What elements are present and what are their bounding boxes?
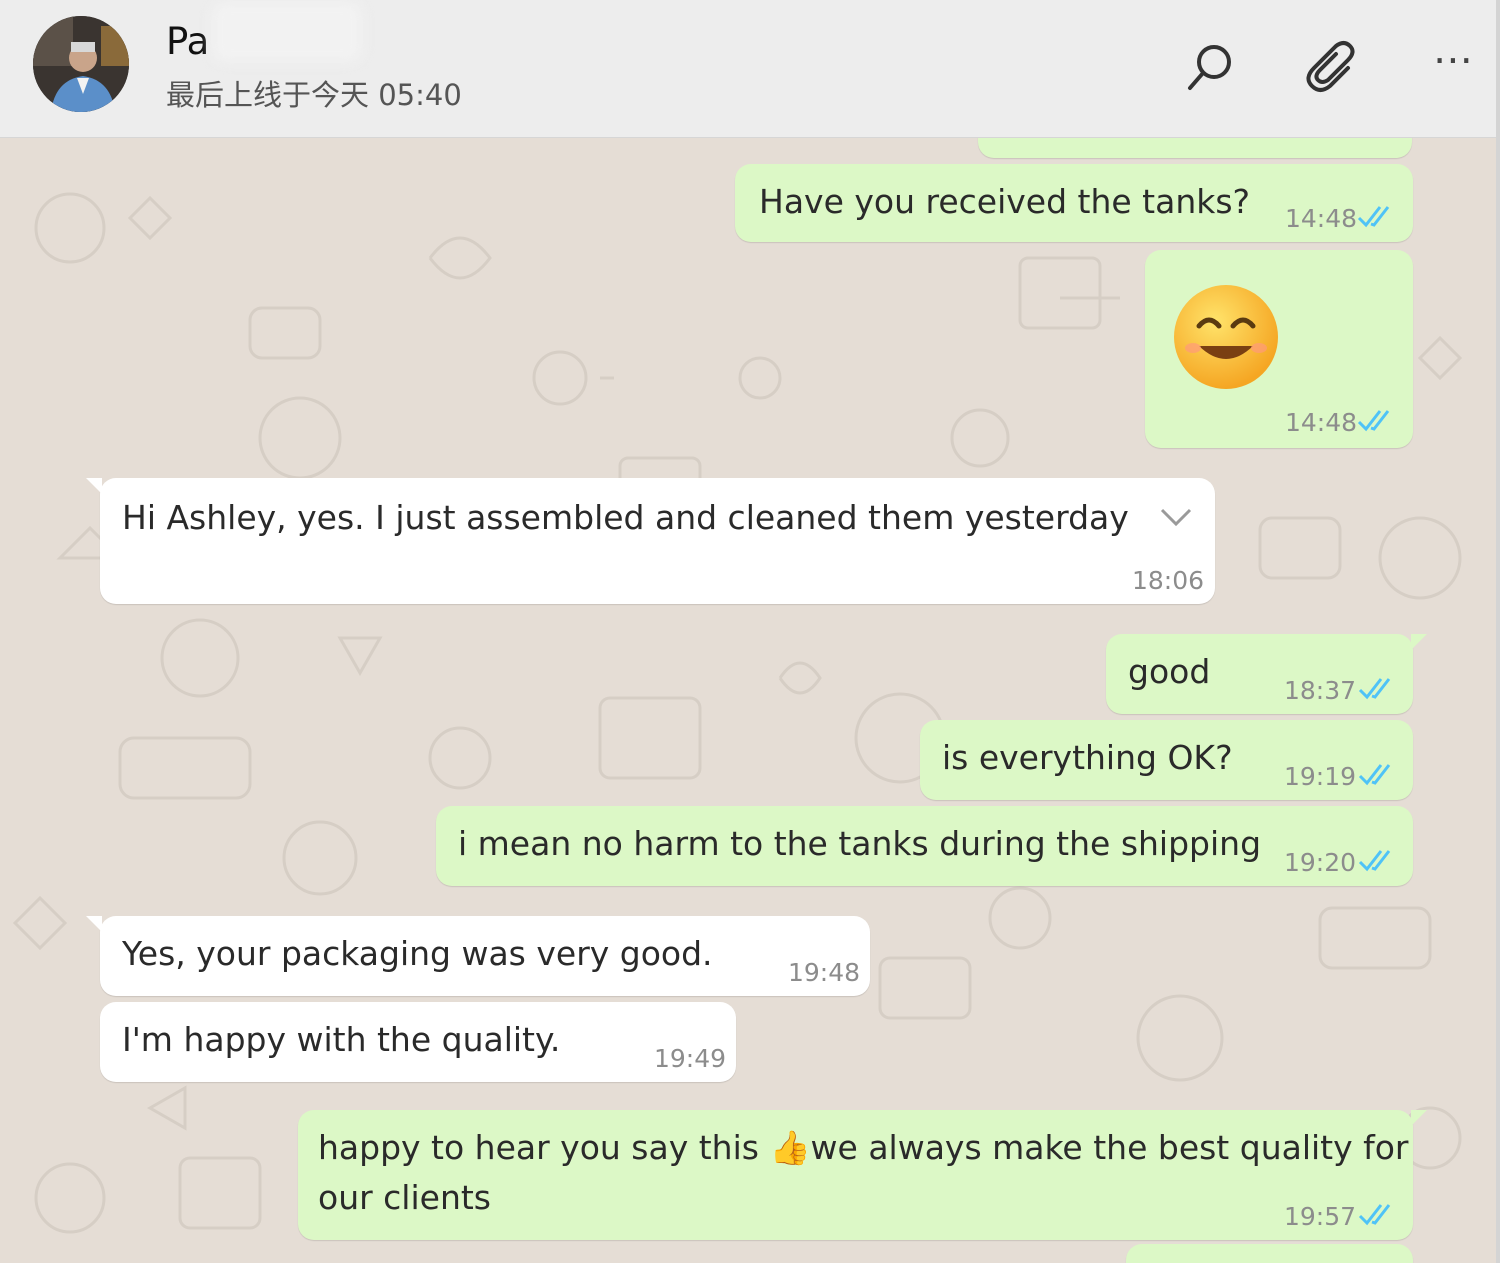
read-receipt-icon <box>1357 206 1390 228</box>
read-receipt-icon <box>1358 1204 1391 1226</box>
message-bubble-incoming[interactable]: I'm happy with the quality. 19:49 <box>100 1002 736 1082</box>
message-bubble-outgoing[interactable]: good 18:37 <box>1106 634 1427 714</box>
redacted-name-blur <box>212 2 362 62</box>
message-time: 19:19 <box>1284 762 1357 791</box>
message-bubble-outgoing[interactable]: i mean no harm to the tanks during the s… <box>436 806 1413 886</box>
message-time: 18:37 <box>1284 676 1357 705</box>
message-text: good <box>1128 652 1211 691</box>
chevron-down-icon[interactable] <box>1158 506 1194 530</box>
message-list[interactable]: Have you received the tanks? 14:48 14:48… <box>0 138 1500 1263</box>
message-text: Have you received the tanks? <box>759 182 1251 221</box>
message-bubble-outgoing[interactable]: is everything OK? 19:19 <box>920 720 1413 800</box>
message-time: 19:48 <box>788 958 861 987</box>
message-bubble-outgoing[interactable]: happy to hear you say this 👍we always ma… <box>298 1110 1427 1240</box>
message-text: Yes, your packaging was very good. <box>122 934 713 973</box>
last-seen-status: 最后上线于今天 05:40 <box>166 78 462 112</box>
message-text-line-2: our clients <box>318 1178 491 1217</box>
message-text: is everything OK? <box>942 738 1233 777</box>
message-time: 18:06 <box>1132 566 1205 595</box>
contact-avatar[interactable] <box>33 16 129 112</box>
message-bubble-outgoing[interactable]: Have you received the tanks? 14:48 <box>735 164 1413 242</box>
read-receipt-icon <box>1358 850 1391 872</box>
contact-name[interactable]: Pa <box>166 20 209 63</box>
search-icon[interactable] <box>1180 38 1240 98</box>
message-time: 14:48 <box>1285 408 1358 437</box>
message-bubble-incoming[interactable]: Yes, your packaging was very good. 19:48 <box>86 916 870 996</box>
message-text: I'm happy with the quality. <box>122 1020 561 1059</box>
smiling-face-emoji <box>1174 285 1278 389</box>
message-time: 14:48 <box>1285 204 1358 233</box>
message-text-line-1: happy to hear you say this 👍we always ma… <box>318 1128 1409 1167</box>
message-text: Hi Ashley, yes. I just assembled and cle… <box>122 498 1129 537</box>
message-time: 19:20 <box>1284 848 1357 877</box>
message-bubble-outgoing-emoji[interactable]: 14:48 <box>1145 250 1413 448</box>
window-edge <box>1496 0 1500 1263</box>
message-bubble-partial <box>1126 1244 1413 1263</box>
paperclip-icon[interactable] <box>1302 38 1362 98</box>
message-time: 19:49 <box>654 1044 727 1073</box>
read-receipt-icon <box>1358 678 1391 700</box>
message-bubble-incoming[interactable]: Hi Ashley, yes. I just assembled and cle… <box>86 478 1215 604</box>
message-text: i mean no harm to the tanks during the s… <box>458 824 1262 863</box>
read-receipt-icon <box>1357 410 1390 432</box>
thumbs-up-emoji: 👍 <box>769 1128 811 1167</box>
read-receipt-icon <box>1358 764 1391 786</box>
message-time: 19:57 <box>1284 1202 1357 1231</box>
chat-header: Pa 最后上线于今天 05:40 ⋯ <box>0 0 1500 138</box>
more-options-icon[interactable]: ⋯ <box>1424 30 1484 90</box>
message-bubble-partial <box>978 138 1412 158</box>
chat-window: Pa 最后上线于今天 05:40 ⋯ Have you received the… <box>0 0 1500 1263</box>
